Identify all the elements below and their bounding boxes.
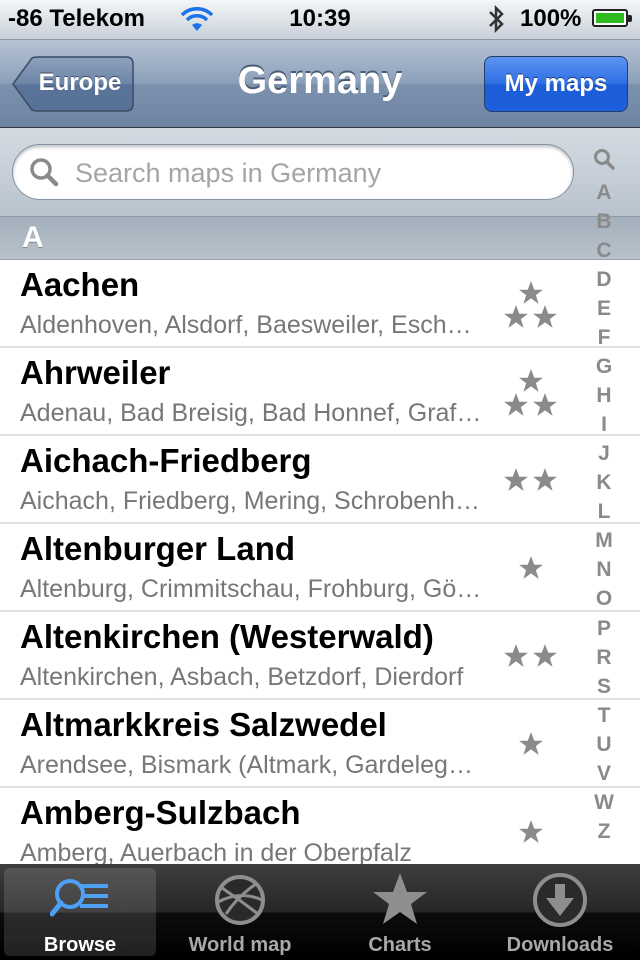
rating-star-icon	[533, 305, 557, 328]
index-letter[interactable]: D	[596, 268, 611, 292]
index-letter[interactable]: S	[597, 675, 611, 699]
tab-world-map[interactable]: World map	[160, 864, 320, 960]
region-list: Aachen Aldenhoven, Alsdorf, Baesweiler, …	[0, 260, 640, 864]
index-letter[interactable]: F	[598, 326, 611, 350]
tab-downloads[interactable]: Downloads	[480, 864, 640, 960]
tab-bar: Browse World map Charts Downloads	[0, 864, 640, 960]
tab-label: World map	[188, 934, 292, 956]
rating-star-icon	[519, 732, 543, 755]
index-letter[interactable]: L	[598, 500, 611, 524]
index-letter[interactable]: W	[594, 791, 614, 815]
rating-star-icon	[519, 556, 543, 579]
region-name: Altmarkkreis Salzwedel	[20, 706, 387, 743]
search-icon	[29, 157, 59, 192]
tab-label: Charts	[368, 934, 432, 956]
region-name: Aachen	[20, 266, 140, 303]
region-towns: Arendsee, Bismark (Altmark, Gardelegen)	[20, 751, 482, 779]
index-letter[interactable]: I	[601, 413, 607, 437]
index-letter[interactable]: J	[598, 442, 610, 466]
rating-stars	[498, 348, 564, 436]
index-search-icon[interactable]	[593, 148, 615, 176]
region-name: Altenkirchen (Westerwald)	[20, 618, 434, 655]
index-letter[interactable]: U	[596, 733, 611, 757]
region-towns: Adenau, Bad Breisig, Bad Honnef, Grafsch…	[20, 399, 482, 427]
navigation-bar: Europe Germany My maps	[0, 40, 640, 128]
list-item[interactable]: Aachen Aldenhoven, Alsdorf, Baesweiler, …	[0, 260, 640, 348]
index-letter[interactable]: A	[596, 181, 611, 205]
index-letter[interactable]: P	[597, 617, 611, 641]
rating-star-icon	[519, 369, 543, 392]
index-letter[interactable]: O	[596, 587, 612, 611]
list-item[interactable]: Ahrweiler Adenau, Bad Breisig, Bad Honne…	[0, 348, 640, 436]
index-letter[interactable]: R	[596, 646, 611, 670]
bluetooth-icon	[486, 4, 506, 40]
rating-star-icon	[504, 468, 528, 491]
index-letter[interactable]: V	[597, 762, 611, 786]
index-letter[interactable]: N	[596, 558, 611, 582]
rating-stars	[498, 612, 564, 700]
tab-browse[interactable]: Browse	[0, 864, 160, 960]
battery-icon	[592, 9, 632, 27]
rating-stars	[498, 788, 564, 864]
back-button[interactable]: Europe	[12, 56, 134, 112]
search-bar: Search maps in Germany	[0, 128, 640, 216]
rating-stars	[498, 436, 564, 524]
rating-star-icon	[519, 281, 543, 304]
tab-label: Downloads	[506, 934, 614, 956]
index-letter[interactable]: C	[596, 239, 611, 263]
page-title: Germany	[237, 60, 403, 102]
list-item[interactable]: Altenburger Land Altenburg, Crimmitschau…	[0, 524, 640, 612]
my-maps-button[interactable]: My maps	[484, 56, 628, 112]
search-placeholder: Search maps in Germany	[75, 158, 382, 188]
rating-star-icon	[533, 393, 557, 416]
index-letter[interactable]: H	[596, 384, 611, 408]
index-letter[interactable]: E	[597, 297, 611, 321]
index-letter[interactable]: T	[598, 704, 611, 728]
rating-star-icon	[533, 468, 557, 491]
region-towns: Aldenhoven, Alsdorf, Baesweiler, Eschwei…	[20, 311, 482, 339]
battery-percent: 100%	[520, 5, 582, 32]
region-name: Ahrweiler	[20, 354, 171, 391]
region-name: Altenburger Land	[20, 530, 296, 567]
index-letter[interactable]: M	[595, 529, 613, 553]
list-item[interactable]: Amberg-Sulzbach Amberg, Auerbach in der …	[0, 788, 640, 864]
index-letter[interactable]: Z	[598, 820, 611, 844]
rating-stars	[498, 700, 564, 788]
rating-star-icon	[519, 820, 543, 843]
tab-label: Browse	[43, 934, 117, 956]
region-towns: Aichach, Friedberg, Mering, Schrobenhaus…	[20, 487, 482, 515]
section-index[interactable]: ABCDEFGHIJKLMNOPRSTUVWZ	[584, 148, 624, 844]
rating-stars	[498, 524, 564, 612]
section-header: A	[0, 216, 640, 260]
rating-star-icon	[533, 644, 557, 667]
rating-star-icon	[504, 644, 528, 667]
index-letter[interactable]: B	[596, 210, 611, 234]
back-button-label: Europe	[38, 69, 122, 96]
rating-star-icon	[504, 393, 528, 416]
search-input[interactable]: Search maps in Germany	[12, 144, 574, 200]
rating-stars	[498, 260, 564, 348]
list-item[interactable]: Altenkirchen (Westerwald) Altenkirchen, …	[0, 612, 640, 700]
rating-star-icon	[504, 305, 528, 328]
status-bar: -86 Telekom 10:39 100%	[0, 0, 640, 40]
region-towns: Altenburg, Crimmitschau, Frohburg, Gößni…	[20, 575, 482, 603]
tab-charts[interactable]: Charts	[320, 864, 480, 960]
list-item[interactable]: Altmarkkreis Salzwedel Arendsee, Bismark…	[0, 700, 640, 788]
index-letter[interactable]: K	[596, 471, 611, 495]
region-towns: Amberg, Auerbach in der Oberpfalz	[20, 839, 412, 864]
region-name: Aichach-Friedberg	[20, 442, 312, 479]
index-letter[interactable]: G	[596, 355, 612, 379]
region-towns: Altenkirchen, Asbach, Betzdorf, Dierdorf	[20, 663, 464, 691]
region-name: Amberg-Sulzbach	[20, 794, 301, 831]
list-item[interactable]: Aichach-Friedberg Aichach, Friedberg, Me…	[0, 436, 640, 524]
